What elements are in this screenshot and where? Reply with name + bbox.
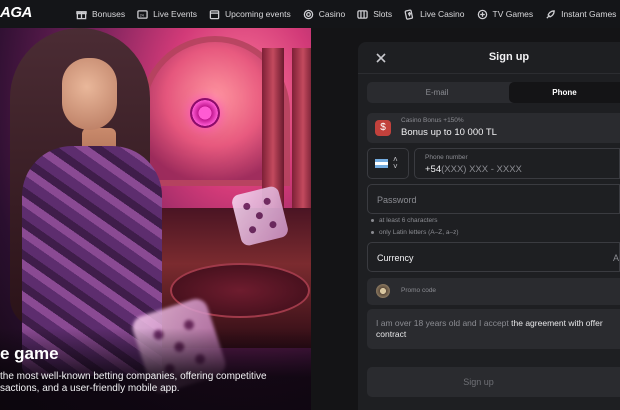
nav-item-casino[interactable]: Casino [303, 9, 345, 20]
rocket-icon [546, 9, 555, 19]
gift-icon [76, 10, 87, 19]
tv-icon [477, 9, 487, 19]
bonus-label: Casino Bonus +150% [401, 117, 464, 124]
nav-item-label: Upcoming events [225, 9, 291, 19]
currency-label: Currency [377, 253, 414, 263]
svg-text:24: 24 [140, 13, 144, 17]
chevron-updown-icon: ˄ ˅ [393, 155, 398, 171]
nav-item-label: TV Games [492, 9, 534, 19]
promo-code-toggle[interactable]: Promo code [367, 278, 620, 305]
currency-select[interactable]: Currency A [367, 242, 620, 272]
nav-item-live-events[interactable]: 24 Live Events [137, 9, 197, 20]
phone-prefix: +54 [425, 164, 442, 175]
hero-description: the most well-known betting companies, o… [0, 371, 267, 394]
money-bag-icon: $ [375, 120, 391, 136]
card-icon [404, 9, 414, 20]
phone-field[interactable]: Phone number +54(XXX) XXX - XXXX [414, 148, 620, 179]
bonus-value: Bonus up to 10 000 TL [401, 127, 497, 138]
nav-item-label: Instant Games [561, 9, 617, 19]
hero-shade [0, 328, 311, 410]
hero-model-face [62, 58, 117, 130]
hero-title: e game [0, 344, 59, 363]
promo-label: Promo code [401, 287, 437, 294]
phone-input[interactable]: +54(XXX) XXX - XXXX [425, 164, 522, 175]
modal-title: Sign up [488, 51, 530, 63]
live-icon: 24 [137, 9, 148, 19]
slots-icon [357, 9, 368, 19]
password-hint: at least 6 characters [371, 217, 438, 224]
nav-item-slots[interactable]: Slots [357, 9, 392, 20]
phone-label: Phone number [425, 154, 468, 161]
nav-item-live-casino[interactable]: Live Casino [404, 9, 465, 20]
signup-modal: Sign up E-mail Phone $ Casino Bonus +150… [358, 42, 620, 410]
signup-method-tabs: E-mail Phone [367, 82, 620, 103]
chip-icon [303, 9, 313, 19]
argentina-flag-icon [375, 159, 388, 168]
main-nav: Bonuses 24 Live Events Upcoming events C… [76, 0, 616, 28]
password-placeholder: Password [377, 195, 417, 205]
nav-item-bonuses[interactable]: Bonuses [76, 9, 125, 20]
hero-banner: e game the most well-known betting compa… [0, 28, 311, 410]
modal-header: Sign up [358, 42, 620, 74]
calendar-icon [209, 9, 220, 19]
nav-item-instant-games[interactable]: Instant Games [545, 9, 616, 20]
tab-phone[interactable]: Phone [509, 82, 620, 103]
currency-value: A [613, 253, 620, 263]
nav-item-upcoming-events[interactable]: Upcoming events [209, 9, 291, 20]
hint-text: only Latin letters (A–Z, a–z) [379, 229, 459, 236]
tab-email[interactable]: E-mail [367, 82, 507, 103]
nav-item-label: Casino [318, 9, 346, 19]
nav-item-label: Bonuses [92, 9, 126, 19]
agreement-text-plain: I am over 18 years old and I accept [376, 318, 509, 328]
promo-icon [376, 284, 390, 298]
agreement-text: I am over 18 years old and I accept the … [376, 318, 616, 340]
bullet-icon [371, 231, 374, 234]
hint-text: at least 6 characters [379, 217, 438, 224]
nav-item-label: Slots [373, 9, 393, 19]
nav-item-label: Live Casino [420, 9, 465, 19]
bonus-selector[interactable]: $ Casino Bonus +150% Bonus up to 10 000 … [367, 113, 620, 143]
agreement-checkbox[interactable]: I am over 18 years old and I accept the … [367, 309, 620, 349]
password-field[interactable]: Password [367, 184, 620, 214]
signup-submit-button[interactable]: Sign up [367, 367, 620, 397]
nav-item-label: Live Events [153, 9, 198, 19]
casino-chip-icon [190, 98, 220, 128]
country-code-select[interactable]: ˄ ˅ [367, 148, 409, 179]
top-nav: AGA Bonuses 24 Live Events Upcoming even… [0, 0, 620, 28]
brand-logo[interactable]: AGA [0, 4, 32, 21]
phone-placeholder: (XXX) XXX - XXXX [441, 164, 522, 175]
bullet-icon [371, 219, 374, 222]
nav-item-tv-games[interactable]: TV Games [477, 9, 534, 20]
password-hint: only Latin letters (A–Z, a–z) [371, 229, 458, 236]
